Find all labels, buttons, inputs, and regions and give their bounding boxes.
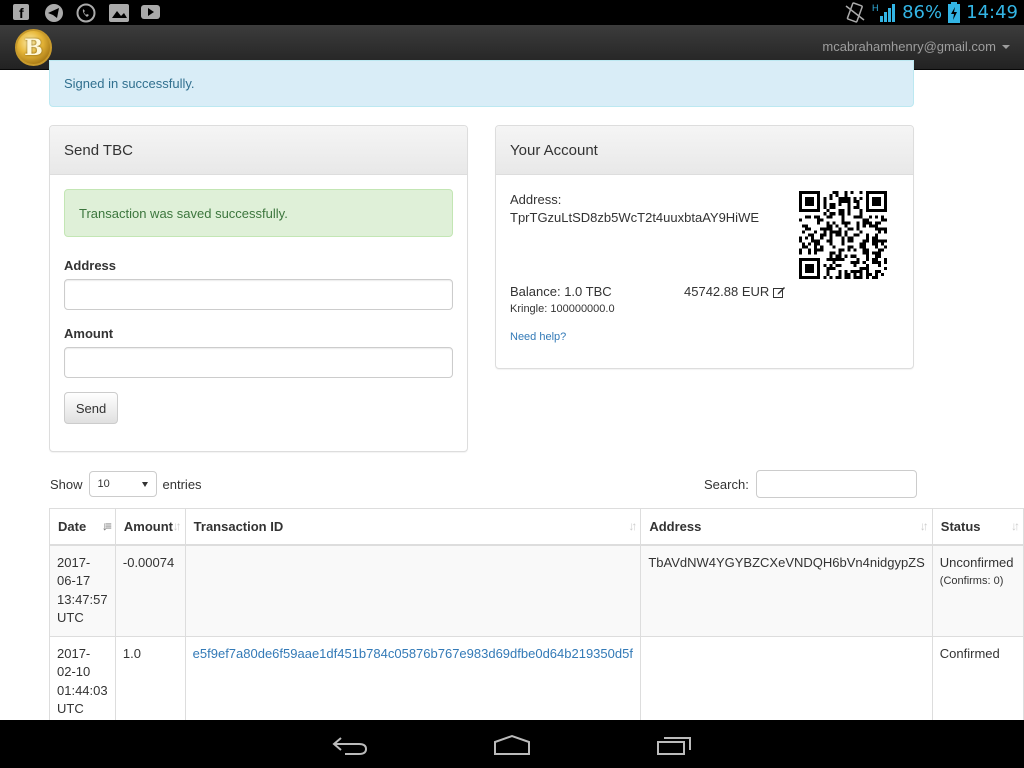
transaction-id-link[interactable]: e5f9ef7a80de6f59aae1df451b784c05876b767e… — [193, 646, 633, 661]
sort-desc-icon: ↓≡ — [101, 519, 112, 533]
clock: 14:49 — [966, 2, 1018, 23]
status-text: Confirmed — [939, 645, 1000, 661]
cell-amount: 1.0 — [114, 635, 186, 728]
user-email: mcabrahamhenry@gmail.com — [822, 39, 996, 54]
balance-text: Balance: 1.0 TBC — [510, 284, 612, 299]
user-menu[interactable]: mcabrahamhenry@gmail.com — [822, 39, 1010, 54]
cell-status: Confirmed — [931, 635, 1024, 728]
entries-length-control: Show 10 entries — [50, 471, 202, 497]
send-panel: Send TBC Transaction was saved successfu… — [49, 125, 468, 452]
entries-label: entries — [162, 476, 202, 492]
table-header-row: Date ↓≡ Amount ↓↑ Transaction ID ↓↑ Address… — [49, 508, 1024, 546]
cell-address: TbAVdNW4YGYBZCXeVNDQH6bVn4nidgypZS — [640, 544, 933, 637]
android-status-bar: f H 86% 14:49 — [0, 0, 1024, 25]
table-search-control: Search: — [704, 470, 917, 498]
account-address-value: TprTGzuLtSD8zb5WcT2t4uuxbtaAY9HiWE — [510, 210, 760, 225]
send-button[interactable]: Send — [64, 392, 118, 424]
signed-in-message: Signed in successfully. — [64, 76, 195, 91]
cell-txid — [184, 544, 642, 637]
whatsapp-icon — [76, 3, 96, 23]
table-row: 2017-02-10 01:44:03 UTC 1.0 e5f9ef7a80de… — [49, 635, 1024, 728]
kringle-text: Kringle: 100000000.0 — [510, 303, 615, 315]
column-header-date[interactable]: Date ↓≡ — [49, 508, 116, 546]
cell-date: 2017-06-17 13:47:57 UTC — [49, 544, 116, 637]
qr-code — [799, 191, 887, 279]
battery-percent: 86% — [902, 2, 943, 23]
back-icon[interactable] — [331, 734, 369, 756]
entries-select[interactable]: 10 — [88, 471, 157, 497]
signal-icon: H — [872, 3, 896, 22]
column-header-address[interactable]: Address ↓↑ — [640, 508, 933, 546]
confirms-text: (Confirms: 0) — [939, 575, 1004, 587]
column-header-status[interactable]: Status ↓↑ — [931, 508, 1024, 546]
entries-select-value: 10 — [97, 478, 110, 490]
status-text: Unconfirmed — [939, 554, 1014, 570]
cell-date: 2017-02-10 01:44:03 UTC — [49, 635, 116, 728]
signed-in-alert: Signed in successfully. — [49, 60, 914, 107]
sort-both-icon: ↓↑ — [919, 519, 929, 533]
address-input[interactable] — [64, 279, 453, 310]
edit-icon[interactable] — [773, 286, 786, 298]
select-arrow-icon — [141, 481, 148, 487]
recent-apps-icon[interactable] — [656, 734, 694, 756]
vibrate-icon — [845, 2, 865, 23]
transaction-saved-alert: Transaction was saved successfully. — [64, 189, 453, 237]
table-row: 2017-06-17 13:47:57 UTC -0.00074 TbAVdNW… — [49, 544, 1024, 637]
column-header-amount[interactable]: Amount ↓↑ — [114, 508, 186, 546]
cell-address — [640, 635, 933, 728]
telegram-icon — [45, 4, 63, 22]
cell-amount: -0.00074 — [114, 544, 186, 637]
address-label: Address — [64, 258, 117, 273]
amount-label: Amount — [64, 326, 114, 341]
cell-txid: e5f9ef7a80de6f59aae1df451b784c05876b767e… — [184, 635, 642, 728]
facebook-icon: f — [13, 4, 29, 20]
svg-text:H: H — [872, 3, 879, 13]
eur-value: 45742.88 EUR — [684, 284, 786, 299]
battery-charging-icon — [948, 2, 961, 23]
amount-input[interactable] — [64, 347, 453, 378]
android-navigation-bar — [0, 720, 1024, 768]
show-label: Show — [50, 476, 83, 492]
account-panel-title: Your Account — [496, 126, 913, 175]
transactions-table: Date ↓≡ Amount ↓↑ Transaction ID ↓↑ Address… — [49, 508, 1024, 728]
search-input[interactable] — [755, 470, 917, 498]
youtube-icon — [141, 5, 160, 19]
svg-text:f: f — [19, 5, 24, 20]
sort-both-icon: ↓↑ — [172, 519, 182, 533]
send-panel-title: Send TBC — [50, 126, 467, 175]
column-header-transaction-id[interactable]: Transaction ID ↓↑ — [184, 508, 642, 546]
sort-both-icon: ↓↑ — [628, 519, 637, 533]
cell-status: Unconfirmed (Confirms: 0) — [931, 544, 1024, 637]
account-panel: Your Account Address: TprTGzuLtSD8zb5WcT… — [495, 125, 914, 369]
brand-logo[interactable]: B — [15, 29, 52, 66]
transaction-saved-message: Transaction was saved successfully. — [79, 206, 288, 221]
home-icon[interactable] — [493, 734, 531, 756]
gallery-icon — [109, 4, 129, 22]
caret-down-icon — [1002, 44, 1010, 49]
need-help-link[interactable]: Need help? — [510, 331, 566, 343]
eur-text: 45742.88 EUR — [684, 284, 770, 299]
sort-both-icon: ↓↑ — [1011, 519, 1020, 533]
account-address-label: Address: — [510, 192, 562, 207]
search-label: Search: — [704, 476, 749, 492]
